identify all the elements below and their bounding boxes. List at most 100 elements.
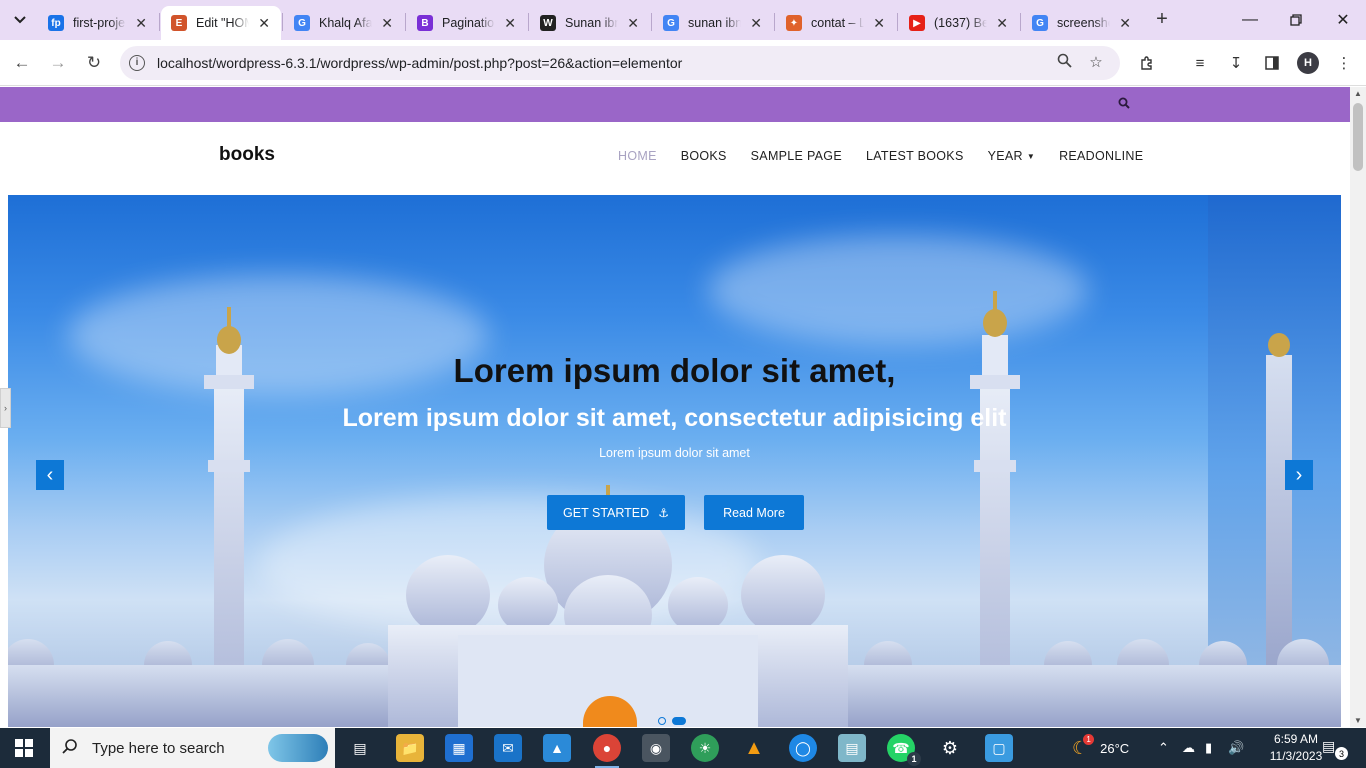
tab-favicon-icon: fp (48, 15, 64, 31)
windows-start-icon[interactable] (0, 728, 48, 768)
get-started-label: GET STARTED (563, 505, 650, 520)
tab-separator (897, 13, 898, 31)
page-scrollbar[interactable]: ▲ ▼ (1350, 87, 1366, 727)
notification-center-icon[interactable]: ▤ 3 (1322, 738, 1348, 760)
close-window-icon[interactable]: ✕ (1320, 6, 1366, 34)
close-tab-icon[interactable]: ✕ (257, 15, 271, 32)
close-tab-icon[interactable]: ✕ (872, 15, 886, 32)
reading-list-icon[interactable]: ≡ (1189, 52, 1211, 74)
download-icon[interactable]: ↧ (1225, 52, 1247, 74)
close-tab-icon[interactable]: ✕ (749, 15, 763, 32)
next-slide-arrow-icon[interactable]: › (1285, 460, 1313, 490)
nav-item-readonline[interactable]: READONLINE (1059, 149, 1143, 163)
settings-gear-icon[interactable]: ⚙ (936, 734, 964, 762)
task-view-icon[interactable]: ▤ (346, 734, 374, 762)
nav-item-latest-books[interactable]: LATEST BOOKS (866, 149, 964, 163)
slide-dot-active[interactable] (672, 717, 686, 725)
nav-item-sample-page[interactable]: SAMPLE PAGE (751, 149, 842, 163)
hero-title: Lorem ipsum dolor sit amet, (453, 352, 896, 389)
scroll-down-arrow-icon[interactable]: ▼ (1350, 716, 1366, 725)
control-panel-icon[interactable]: ▢ (985, 734, 1013, 762)
browser-tab[interactable]: G Khalq Afa ✕ (284, 6, 404, 40)
chrome-icon[interactable]: ● (593, 734, 621, 768)
weather-moon-icon: ☾ 1 (1072, 733, 1095, 759)
taskbar-clock[interactable]: 6:59 AM 11/3/2023 (1265, 731, 1327, 765)
profile-avatar[interactable]: H (1297, 52, 1319, 74)
search-highlight-illustration-icon (268, 734, 328, 762)
forward-arrow-icon[interactable]: → (46, 51, 70, 75)
weather-widget[interactable]: ☾ 1 26°C (1072, 728, 1129, 768)
tab-separator (282, 13, 283, 31)
extensions-puzzle-icon[interactable] (1136, 52, 1158, 74)
read-more-button[interactable]: Read More (704, 495, 804, 530)
site-top-bar (0, 87, 1350, 122)
tab-title: Khalq Afa (319, 16, 373, 30)
browser-tab[interactable]: B Paginatio ✕ (407, 6, 527, 40)
get-started-button[interactable]: GET STARTED ⚓ (547, 495, 685, 530)
volume-icon[interactable]: 🔊 (1228, 728, 1244, 768)
weather-temp: 26°C (1100, 740, 1130, 756)
previous-slide-arrow-icon[interactable]: ‹ (36, 460, 64, 490)
address-bar[interactable]: i localhost/wordpress-6.3.1/wordpress/wp… (120, 46, 1120, 80)
whatsapp-icon[interactable]: ☎ 1 (887, 734, 921, 766)
site-info-icon[interactable]: i (129, 55, 145, 71)
weather-badge: 1 (1083, 733, 1095, 745)
site-brand[interactable]: books (219, 144, 275, 166)
tab-separator (405, 13, 406, 31)
browser-app-icon[interactable]: ☀ (691, 734, 719, 762)
search-icon[interactable] (1118, 97, 1130, 112)
close-tab-icon[interactable]: ✕ (995, 15, 1009, 32)
close-tab-icon[interactable]: ✕ (380, 15, 394, 32)
tab-search-chevron-icon[interactable] (8, 8, 32, 32)
reload-icon[interactable]: ↻ (82, 51, 106, 75)
camera-icon[interactable]: ◉ (642, 734, 670, 762)
elementor-panel-toggle[interactable]: › (0, 388, 11, 428)
browser-tab[interactable]: ▶ (1637) Be ✕ (899, 6, 1019, 40)
file-explorer-icon[interactable]: 📁 (396, 734, 424, 762)
url-text[interactable]: localhost/wordpress-6.3.1/wordpress/wp-a… (157, 55, 682, 71)
hero-content: Lorem ipsum dolor sit amet, Lorem ipsum … (8, 195, 1341, 727)
close-tab-icon[interactable]: ✕ (626, 15, 640, 32)
onedrive-cloud-icon[interactable]: ☁ (1182, 728, 1195, 768)
restore-window-icon[interactable] (1273, 6, 1319, 34)
browser-tab[interactable]: fp first-proje ✕ (38, 6, 158, 40)
notepad-icon[interactable]: ▤ (838, 734, 866, 762)
slide-dot[interactable] (658, 717, 666, 725)
main-navigation: HOME BOOKS SAMPLE PAGE LATEST BOOKS YEAR… (618, 149, 1167, 163)
close-tab-icon[interactable]: ✕ (1118, 15, 1132, 32)
taskbar-search-box[interactable]: Type here to search (50, 728, 335, 768)
browser-menu-icon[interactable]: ⋮ (1333, 52, 1355, 74)
tab-favicon-icon: E (171, 15, 187, 31)
minimize-window-icon[interactable]: — (1227, 6, 1273, 34)
whatsapp-badge: 1 (907, 752, 921, 766)
browser-tab[interactable]: Gscreensho ✕ (1022, 6, 1142, 40)
nav-item-books[interactable]: BOOKS (681, 149, 727, 163)
battery-icon[interactable]: ▮ (1205, 728, 1212, 768)
nav-item-year[interactable]: YEAR ▼ (988, 149, 1035, 163)
nav-item-home[interactable]: HOME (618, 149, 657, 163)
windows-taskbar: Type here to search ▤ 📁 ▦ ✉ ▲ ● ◉ ☀ ▲ ◯ … (0, 728, 1366, 768)
hero-slider: Lorem ipsum dolor sit amet, Lorem ipsum … (8, 195, 1341, 727)
new-tab-plus-icon[interactable]: + (1150, 8, 1174, 31)
close-tab-icon[interactable]: ✕ (503, 15, 517, 32)
scroll-up-arrow-icon[interactable]: ▲ (1350, 89, 1366, 98)
bookmark-star-icon[interactable]: ☆ (1086, 53, 1106, 71)
side-panel-icon[interactable] (1261, 52, 1283, 74)
zoom-icon[interactable] (1054, 53, 1074, 72)
search-icon (62, 738, 82, 759)
browser-tab[interactable]: W Sunan ibn ✕ (530, 6, 650, 40)
scrollbar-thumb[interactable] (1353, 103, 1363, 171)
tab-title: Edit "HOM (196, 16, 250, 30)
vlc-icon[interactable]: ▲ (740, 734, 768, 762)
back-arrow-icon[interactable]: ← (10, 51, 34, 75)
microsoft-store-icon[interactable]: ▦ (445, 734, 473, 762)
close-tab-icon[interactable]: ✕ (134, 15, 148, 32)
tray-chevron-up-icon[interactable]: ⌃ (1158, 728, 1169, 768)
tab-favicon-icon: W (540, 15, 556, 31)
browser-tab[interactable]: Gsunan ibn ✕ (653, 6, 773, 40)
browser-tab[interactable]: ✦ contat – L ✕ (776, 6, 896, 40)
photos-icon[interactable]: ▲ (543, 734, 571, 762)
mail-icon[interactable]: ✉ (494, 734, 522, 762)
edge-icon[interactable]: ◯ (789, 734, 817, 762)
browser-tab[interactable]: E Edit "HOM ✕ (161, 6, 281, 40)
